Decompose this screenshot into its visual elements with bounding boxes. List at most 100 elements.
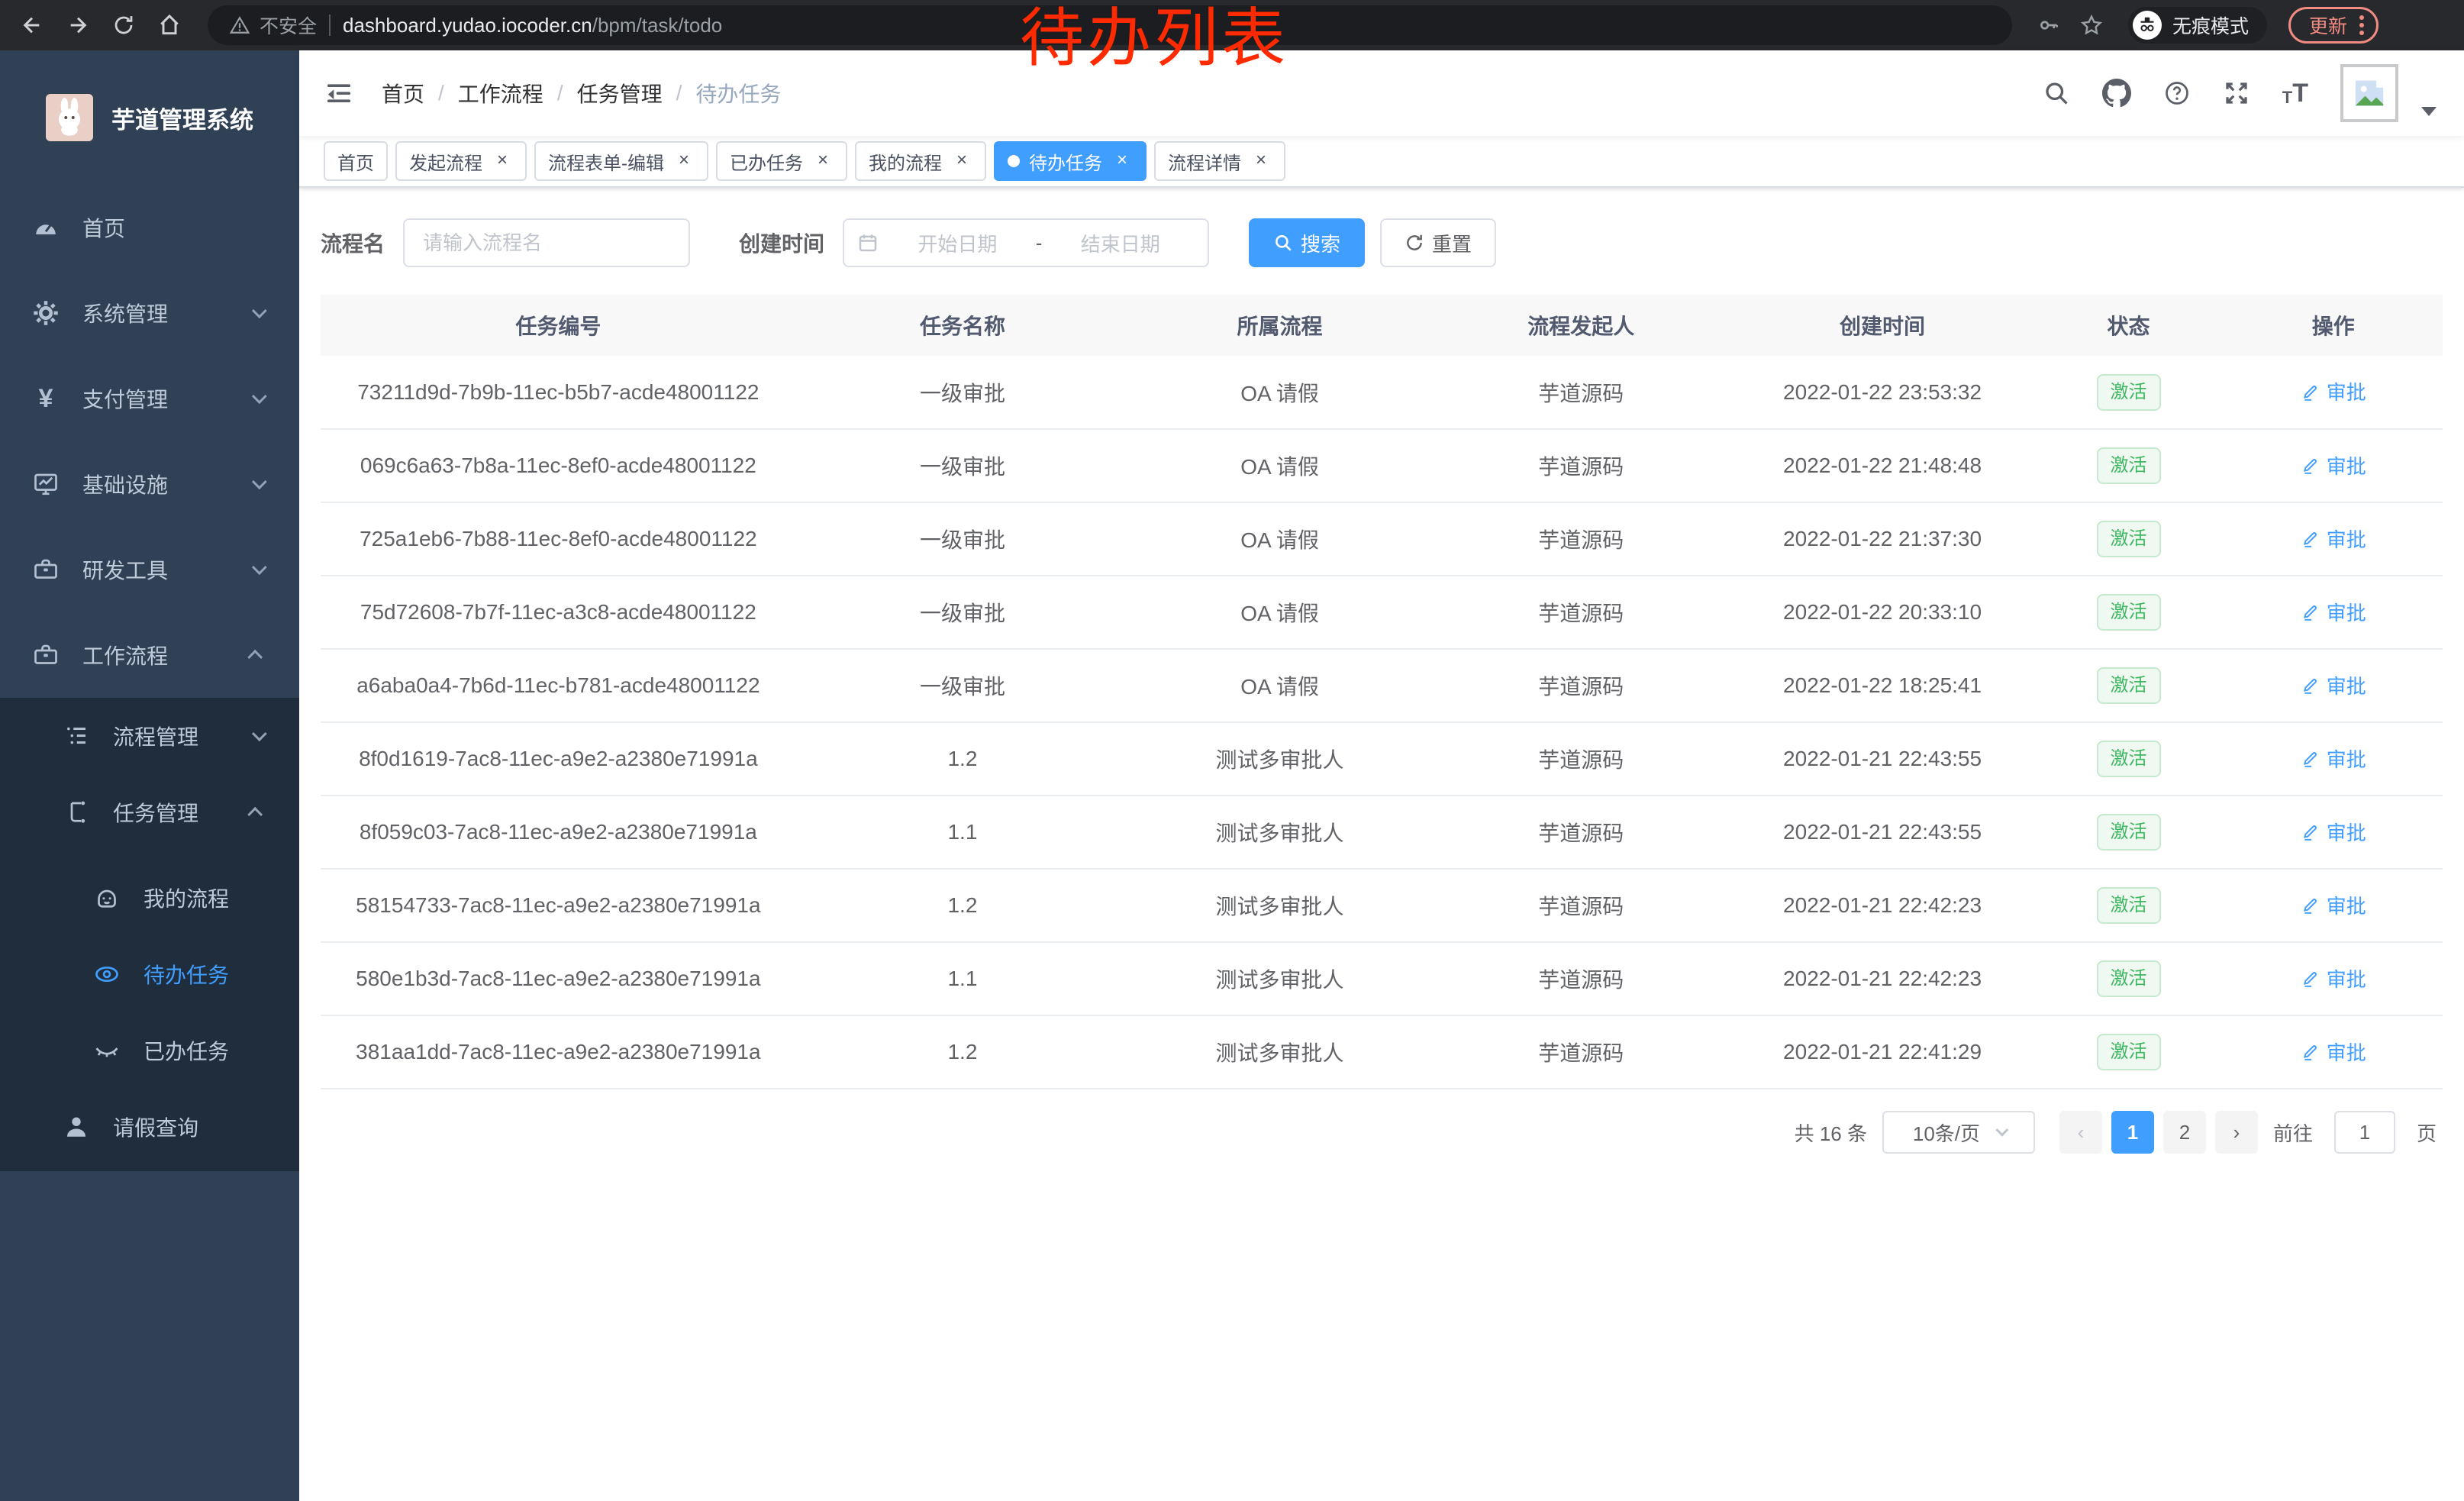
approve-link[interactable]: 审批 xyxy=(2301,451,2366,479)
status-badge: 激活 xyxy=(2097,814,2161,851)
incognito-label: 无痕模式 xyxy=(2172,11,2249,39)
tab-done-tasks[interactable]: 已办任务 × xyxy=(716,141,847,181)
approve-link[interactable]: 审批 xyxy=(2301,744,2366,773)
font-size-icon[interactable]: TT xyxy=(2282,80,2308,106)
sidebar-item-system[interactable]: 系统管理 xyxy=(0,270,299,356)
cell-task-name: 1.2 xyxy=(796,1015,1129,1089)
edit-pencil-icon xyxy=(2301,895,2320,915)
next-page-button[interactable]: › xyxy=(2215,1111,2258,1154)
warning-icon xyxy=(229,15,250,35)
todo-task-table: 任务编号 任务名称 所属流程 流程发起人 创建时间 状态 操作 73211d9d… xyxy=(321,295,2443,1089)
breadcrumb-home[interactable]: 首页 xyxy=(382,78,424,108)
approve-link[interactable]: 审批 xyxy=(2301,671,2366,699)
tab-process-form-edit[interactable]: 流程表单-编辑 × xyxy=(534,141,708,181)
sidebar: 芋道管理系统 首页 系统管理 ¥ 支付管理 xyxy=(0,50,299,1501)
refresh-icon xyxy=(1405,233,1424,253)
help-icon[interactable] xyxy=(2163,79,2191,107)
page-content: 流程名 创建时间 开始日期 - 结束日期 搜索 xyxy=(299,188,2464,1501)
dashboard-icon xyxy=(31,212,61,243)
sidebar-item-my-process[interactable]: 我的流程 xyxy=(0,860,299,936)
forward-icon[interactable] xyxy=(58,5,98,45)
approve-link[interactable]: 审批 xyxy=(2301,598,2366,626)
home-icon[interactable] xyxy=(150,5,189,45)
sidebar-item-done-tasks[interactable]: 已办任务 xyxy=(0,1012,299,1089)
col-header-process: 所属流程 xyxy=(1129,295,1430,356)
approve-link[interactable]: 审批 xyxy=(2301,964,2366,993)
date-range-picker[interactable]: 开始日期 - 结束日期 xyxy=(843,218,1209,267)
close-icon[interactable]: × xyxy=(1111,150,1133,172)
caret-down-icon[interactable] xyxy=(2421,107,2437,116)
page-size-select[interactable]: 10条/页 xyxy=(1882,1111,2035,1154)
approve-link[interactable]: 审批 xyxy=(2301,1038,2366,1066)
close-icon[interactable]: × xyxy=(673,150,695,172)
edit-pencil-icon xyxy=(2301,1041,2320,1061)
sidebar-item-payment[interactable]: ¥ 支付管理 xyxy=(0,356,299,441)
cell-task-name: 一级审批 xyxy=(796,649,1129,722)
edit-pencil-icon xyxy=(2301,822,2320,841)
prev-page-button[interactable]: ‹ xyxy=(2059,1111,2102,1154)
approve-link[interactable]: 审批 xyxy=(2301,525,2366,553)
fullscreen-icon[interactable] xyxy=(2223,79,2250,107)
reset-button[interactable]: 重置 xyxy=(1380,218,1496,267)
back-icon[interactable] xyxy=(12,5,52,45)
sidebar-item-process-management[interactable]: 流程管理 xyxy=(0,698,299,774)
edit-pencil-icon xyxy=(2301,382,2320,402)
avatar[interactable] xyxy=(2340,64,2398,122)
github-icon[interactable] xyxy=(2102,79,2131,108)
tab-home[interactable]: 首页 xyxy=(324,141,388,181)
tree-branch-icon xyxy=(61,797,92,828)
approve-link[interactable]: 审批 xyxy=(2301,818,2366,846)
status-badge: 激活 xyxy=(2097,741,2161,777)
close-icon[interactable]: × xyxy=(492,150,513,172)
sidebar-item-dev-tools[interactable]: 研发工具 xyxy=(0,527,299,612)
close-icon[interactable]: × xyxy=(951,150,972,172)
sidebar-item-task-management[interactable]: 任务管理 xyxy=(0,774,299,851)
approve-link[interactable]: 审批 xyxy=(2301,891,2366,919)
cell-task-name: 一级审批 xyxy=(796,502,1129,576)
bookmark-star-icon[interactable] xyxy=(2073,7,2110,44)
cell-task-id: 73211d9d-7b9b-11ec-b5b7-acde48001122 xyxy=(321,356,796,429)
breadcrumb: 首页 / 工作流程 / 任务管理 / 待办任务 xyxy=(382,78,781,108)
app-logo[interactable]: 芋道管理系统 xyxy=(0,50,299,185)
goto-page-input[interactable] xyxy=(2334,1111,2395,1154)
close-icon[interactable]: × xyxy=(1250,150,1272,172)
tab-process-detail[interactable]: 流程详情 × xyxy=(1154,141,1285,181)
sidebar-item-workflow[interactable]: 工作流程 xyxy=(0,612,299,698)
sidebar-toggle-icon[interactable] xyxy=(324,78,354,108)
pagination: 共 16 条 10条/页 ‹ 1 2 › 前往 页 xyxy=(321,1111,2443,1154)
cell-task-name: 1.1 xyxy=(796,796,1129,869)
sidebar-item-infrastructure[interactable]: 基础设施 xyxy=(0,441,299,527)
password-key-icon[interactable] xyxy=(2030,7,2067,44)
browser-window: 不安全 dashboard.yudao.iocoder.cn/bpm/task/… xyxy=(0,0,2464,1501)
col-header-task-name: 任务名称 xyxy=(796,295,1129,356)
close-icon[interactable]: × xyxy=(812,150,834,172)
reload-icon[interactable] xyxy=(104,5,144,45)
workflow-submenu: 流程管理 任务管理 我的流程 xyxy=(0,698,299,1171)
page-button-1[interactable]: 1 xyxy=(2111,1111,2154,1154)
sidebar-item-leave-query[interactable]: 请假查询 xyxy=(0,1089,299,1165)
red-annotation-text: 待办列表 xyxy=(1020,3,1288,73)
goto-label: 前往 xyxy=(2273,1118,2313,1147)
tab-my-process[interactable]: 我的流程 × xyxy=(855,141,986,181)
cell-process: 测试多审批人 xyxy=(1129,942,1430,1015)
table-row: 580e1b3d-7ac8-11ec-a9e2-a2380e71991a 1.1… xyxy=(321,942,2443,1015)
page-url[interactable]: dashboard.yudao.iocoder.cn/bpm/task/todo xyxy=(343,14,722,37)
security-chip[interactable]: 不安全 xyxy=(229,11,317,39)
edit-pencil-icon xyxy=(2301,455,2320,475)
sidebar-item-home[interactable]: 首页 xyxy=(0,185,299,270)
cell-task-id: a6aba0a4-7b6d-11ec-b781-acde48001122 xyxy=(321,649,796,722)
cell-starter: 芋道源码 xyxy=(1430,576,1732,649)
search-icon[interactable] xyxy=(2043,79,2070,107)
cell-starter: 芋道源码 xyxy=(1430,869,1732,942)
approve-link[interactable]: 审批 xyxy=(2301,377,2366,405)
page-button-2[interactable]: 2 xyxy=(2163,1111,2206,1154)
browser-update-button[interactable]: 更新 xyxy=(2288,7,2379,44)
cell-process: 测试多审批人 xyxy=(1129,796,1430,869)
tab-todo-tasks[interactable]: 待办任务 × xyxy=(994,141,1147,181)
search-button[interactable]: 搜索 xyxy=(1249,218,1365,267)
browser-menu-icon[interactable] xyxy=(2359,15,2364,35)
sidebar-item-todo-tasks[interactable]: 待办任务 xyxy=(0,936,299,1012)
cell-process: OA 请假 xyxy=(1129,576,1430,649)
tab-start-process[interactable]: 发起流程 × xyxy=(395,141,527,181)
process-name-input[interactable] xyxy=(403,218,690,267)
